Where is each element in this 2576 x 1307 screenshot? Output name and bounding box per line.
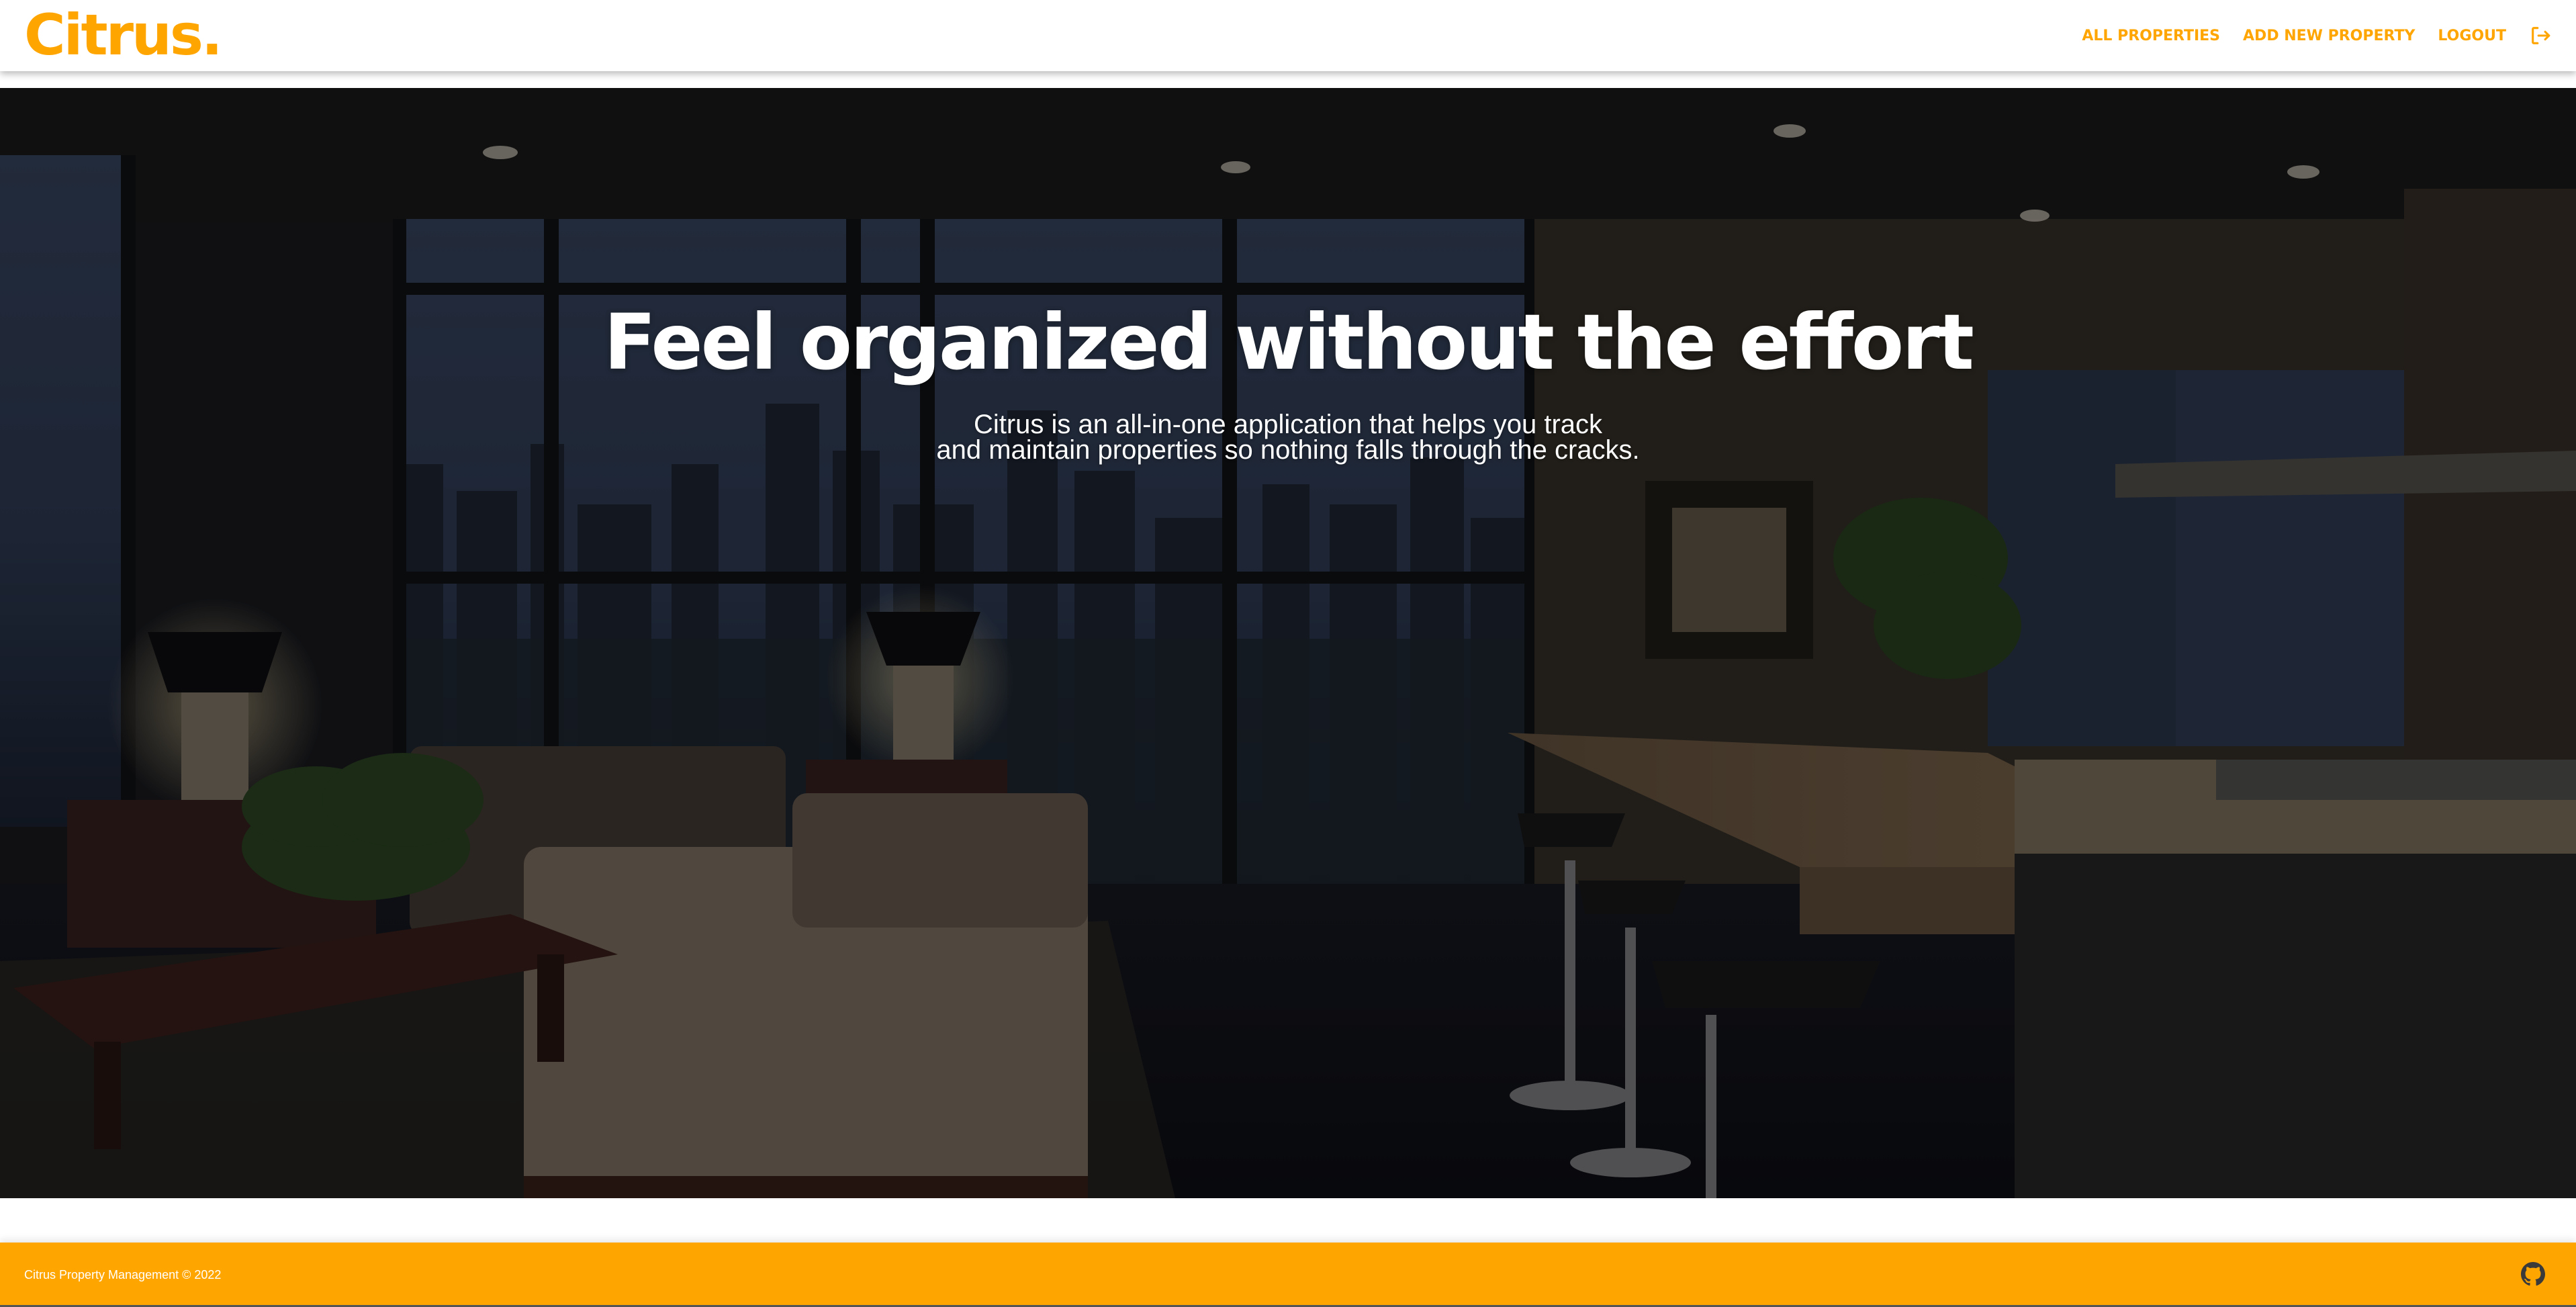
nav-logout-link[interactable]: LOGOUT [2438,28,2506,44]
nav-all-properties-link[interactable]: ALL PROPERTIES [2082,28,2220,44]
footer-copyright: Citrus Property Management © 2022 [24,1268,222,1281]
main-nav: ALL PROPERTIES ADD NEW PROPERTY LOGOUT [2059,0,2552,71]
footer: Citrus Property Management © 2022 [0,1243,2576,1307]
hero-title: Feel organized without the effort [604,298,1974,387]
github-icon[interactable] [2521,1262,2545,1286]
nav-add-new-property-link[interactable]: ADD NEW PROPERTY [2243,28,2415,44]
logout-icon[interactable] [2529,24,2552,47]
hero-subtitle: Citrus is an all-in-one application that… [0,410,2576,465]
hero-background-image [0,88,2576,1198]
hero-subtitle-line-1: Citrus is an all-in-one application that… [973,410,1603,439]
hero-subtitle-line-2: and maintain properties so nothing falls… [936,435,1640,465]
brand-logo[interactable]: Citrus. [24,0,223,71]
top-navbar: Citrus. ALL PROPERTIES ADD NEW PROPERTY … [0,0,2576,71]
hero-section: Feel organized without the effort Citrus… [0,88,2576,1198]
